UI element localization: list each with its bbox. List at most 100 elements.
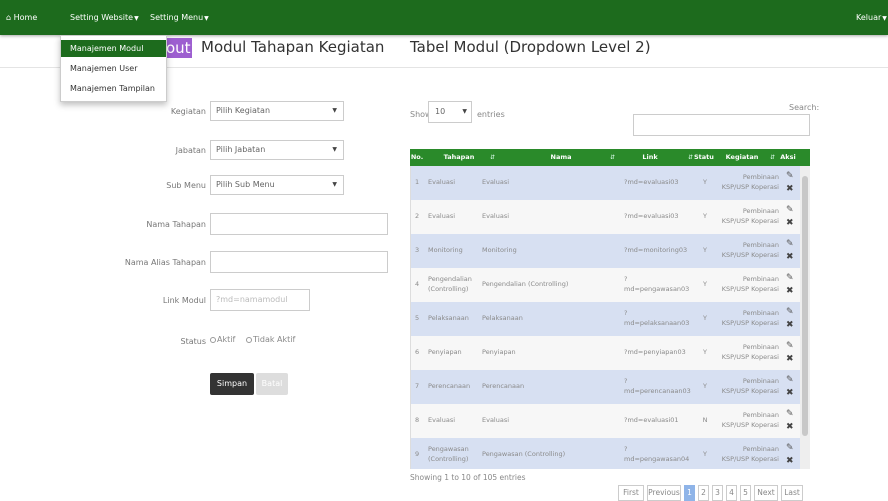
column-header-nama[interactable]: Nama	[506, 149, 616, 166]
nav-home-label: Home	[13, 13, 38, 22]
sort-icon: ⇵	[490, 154, 496, 161]
cell-aksi: ✎ ✖	[781, 200, 800, 234]
cell-tahapan: Pengendalian (Controlling)	[428, 275, 472, 293]
table-scrollbar[interactable]	[800, 166, 810, 469]
pagination-previous[interactable]: Previous	[647, 485, 681, 501]
submenu-select-value: Pilih Sub Menu	[216, 180, 275, 189]
column-header-status[interactable]: Status	[694, 149, 714, 166]
column-header-link[interactable]: Link	[620, 149, 680, 166]
nav-home-link[interactable]: ⌂ Home	[6, 0, 37, 35]
nav-setting-menu-label: Setting Menu	[150, 13, 204, 22]
cell-tahapan: Monitoring	[428, 246, 463, 255]
pagination-last[interactable]: Last	[781, 485, 803, 501]
status-radio-tidak-aktif[interactable]: Tidak Aktif	[246, 335, 295, 344]
table-body: 1 Evaluasi Evaluasi ?md=evaluasi03 Y Pembinaa…	[410, 166, 800, 469]
delete-icon[interactable]: ✖	[786, 422, 794, 432]
table-header: No. Tahapan ⇵ Nama ⇵ Link ⇵ Status Kegia…	[410, 149, 810, 166]
kegiatan-select[interactable]: Pilih Kegiatan ▼	[210, 101, 344, 121]
pagination-5[interactable]: 5	[740, 485, 751, 501]
cell-no: 5	[415, 314, 420, 323]
delete-icon[interactable]: ✖	[786, 354, 794, 364]
pagination-first[interactable]: First	[618, 485, 644, 501]
cell-no: 1	[415, 178, 420, 187]
nav-logout[interactable]: Keluar▼	[856, 0, 887, 35]
nama-alias-input[interactable]	[210, 251, 388, 273]
pagination-4[interactable]: 4	[726, 485, 737, 501]
save-button[interactable]: Simpan	[210, 373, 254, 395]
nav-setting-menu[interactable]: Setting Menu▼	[150, 0, 209, 35]
edit-icon[interactable]: ✎	[786, 341, 794, 351]
cell-tahapan: Penyiapan	[428, 348, 462, 357]
delete-icon[interactable]: ✖	[786, 252, 794, 262]
cell-no: 8	[415, 416, 420, 425]
edit-icon[interactable]: ✎	[786, 171, 794, 181]
sort-icon: ⇵	[610, 154, 616, 161]
table-row: 7 Perencanaan Perencanaan ?md=perencanaan03…	[411, 370, 800, 404]
scrollbar-thumb[interactable]	[802, 176, 808, 436]
setting-website-dropdown: Manajemen Modul Manajemen User Manajemen…	[60, 35, 167, 102]
cell-kegiatan: Pembinaan KSP/USP Koperasi	[721, 309, 779, 327]
cell-aksi: ✎ ✖	[781, 370, 800, 404]
kegiatan-select-value: Pilih Kegiatan	[216, 106, 271, 115]
delete-icon[interactable]: ✖	[786, 218, 794, 228]
column-header-no[interactable]: No.	[410, 149, 424, 166]
menu-item-manajemen-tampilan[interactable]: Manajemen Tampilan	[61, 80, 166, 97]
edit-icon[interactable]: ✎	[786, 205, 794, 215]
nav-logout-label: Keluar	[856, 13, 882, 22]
edit-icon[interactable]: ✎	[786, 239, 794, 249]
edit-icon[interactable]: ✎	[786, 375, 794, 385]
pagination-3[interactable]: 3	[712, 485, 723, 501]
cell-tahapan: Evaluasi	[428, 178, 456, 187]
cell-tahapan: Evaluasi	[428, 212, 456, 221]
cell-aksi: ✎ ✖	[781, 302, 800, 336]
cell-kegiatan: Pembinaan KSP/USP Koperasi	[721, 343, 779, 361]
search-input[interactable]	[633, 114, 810, 136]
link-modul-label: Link Modul	[162, 296, 206, 305]
status-label: Status	[180, 337, 207, 346]
radio-circle	[210, 336, 216, 343]
edit-icon[interactable]: ✎	[786, 409, 794, 419]
caret-down-icon: ▼	[134, 15, 139, 22]
cell-aksi: ✎ ✖	[781, 438, 800, 469]
status-tidak-aktif-label: Tidak Aktif	[253, 335, 296, 344]
delete-icon[interactable]: ✖	[786, 456, 794, 466]
menu-item-manajemen-modul[interactable]: Manajemen Modul	[61, 40, 166, 57]
edit-icon[interactable]: ✎	[786, 307, 794, 317]
column-header-nama-label: Nama	[550, 153, 572, 161]
column-header-tahapan[interactable]: Tahapan	[434, 149, 484, 166]
edit-icon[interactable]: ✎	[786, 443, 794, 453]
link-modul-input[interactable]: ?md=namamodul	[210, 289, 310, 311]
cancel-button[interactable]: Batal	[256, 373, 288, 395]
nama-alias-label: Nama Alias Tahapan	[124, 258, 206, 267]
search-label: Search:	[789, 103, 820, 112]
delete-icon[interactable]: ✖	[786, 388, 794, 398]
delete-icon[interactable]: ✖	[786, 286, 794, 296]
cell-nama: Pengawasan (Controlling)	[482, 450, 566, 459]
submenu-select[interactable]: Pilih Sub Menu ▼	[210, 175, 344, 195]
status-radio-aktif[interactable]: Aktif	[210, 335, 235, 344]
cell-tahapan: Pengawasan (Controlling)	[428, 445, 469, 463]
delete-icon[interactable]: ✖	[786, 184, 794, 194]
jabatan-select[interactable]: Pilih Jabatan ▼	[210, 140, 344, 160]
pagination-next[interactable]: Next	[754, 485, 778, 501]
column-header-kegiatan[interactable]: Kegiatan	[716, 149, 768, 166]
pagination-2[interactable]: 2	[698, 485, 709, 501]
cell-link: ?md=evaluasi01	[624, 416, 679, 425]
home-icon: ⌂	[6, 13, 12, 22]
edit-icon[interactable]: ✎	[786, 273, 794, 283]
nav-setting-website[interactable]: Setting Website▼	[70, 0, 139, 35]
cell-nama: Perencanaan	[482, 382, 525, 391]
pagination-1[interactable]: 1	[684, 485, 695, 501]
cell-no: 3	[415, 246, 420, 255]
nama-tahapan-input[interactable]	[210, 213, 388, 235]
page-size-select[interactable]: 10 ▼	[428, 101, 472, 123]
cell-kegiatan: Pembinaan KSP/USP Koperasi	[721, 241, 779, 259]
delete-icon[interactable]: ✖	[786, 320, 794, 330]
menu-item-manajemen-user[interactable]: Manajemen User	[61, 60, 166, 77]
table-row: 1 Evaluasi Evaluasi ?md=evaluasi03 Y Pembinaa…	[411, 166, 800, 200]
radio-circle	[246, 336, 252, 343]
table-row: 8 Evaluasi Evaluasi ?md=evaluasi01 N Pembinaa…	[411, 404, 800, 438]
page-size-value: 10	[435, 107, 446, 116]
jabatan-label: Jabatan	[175, 146, 206, 155]
cell-status: Y	[703, 382, 707, 391]
